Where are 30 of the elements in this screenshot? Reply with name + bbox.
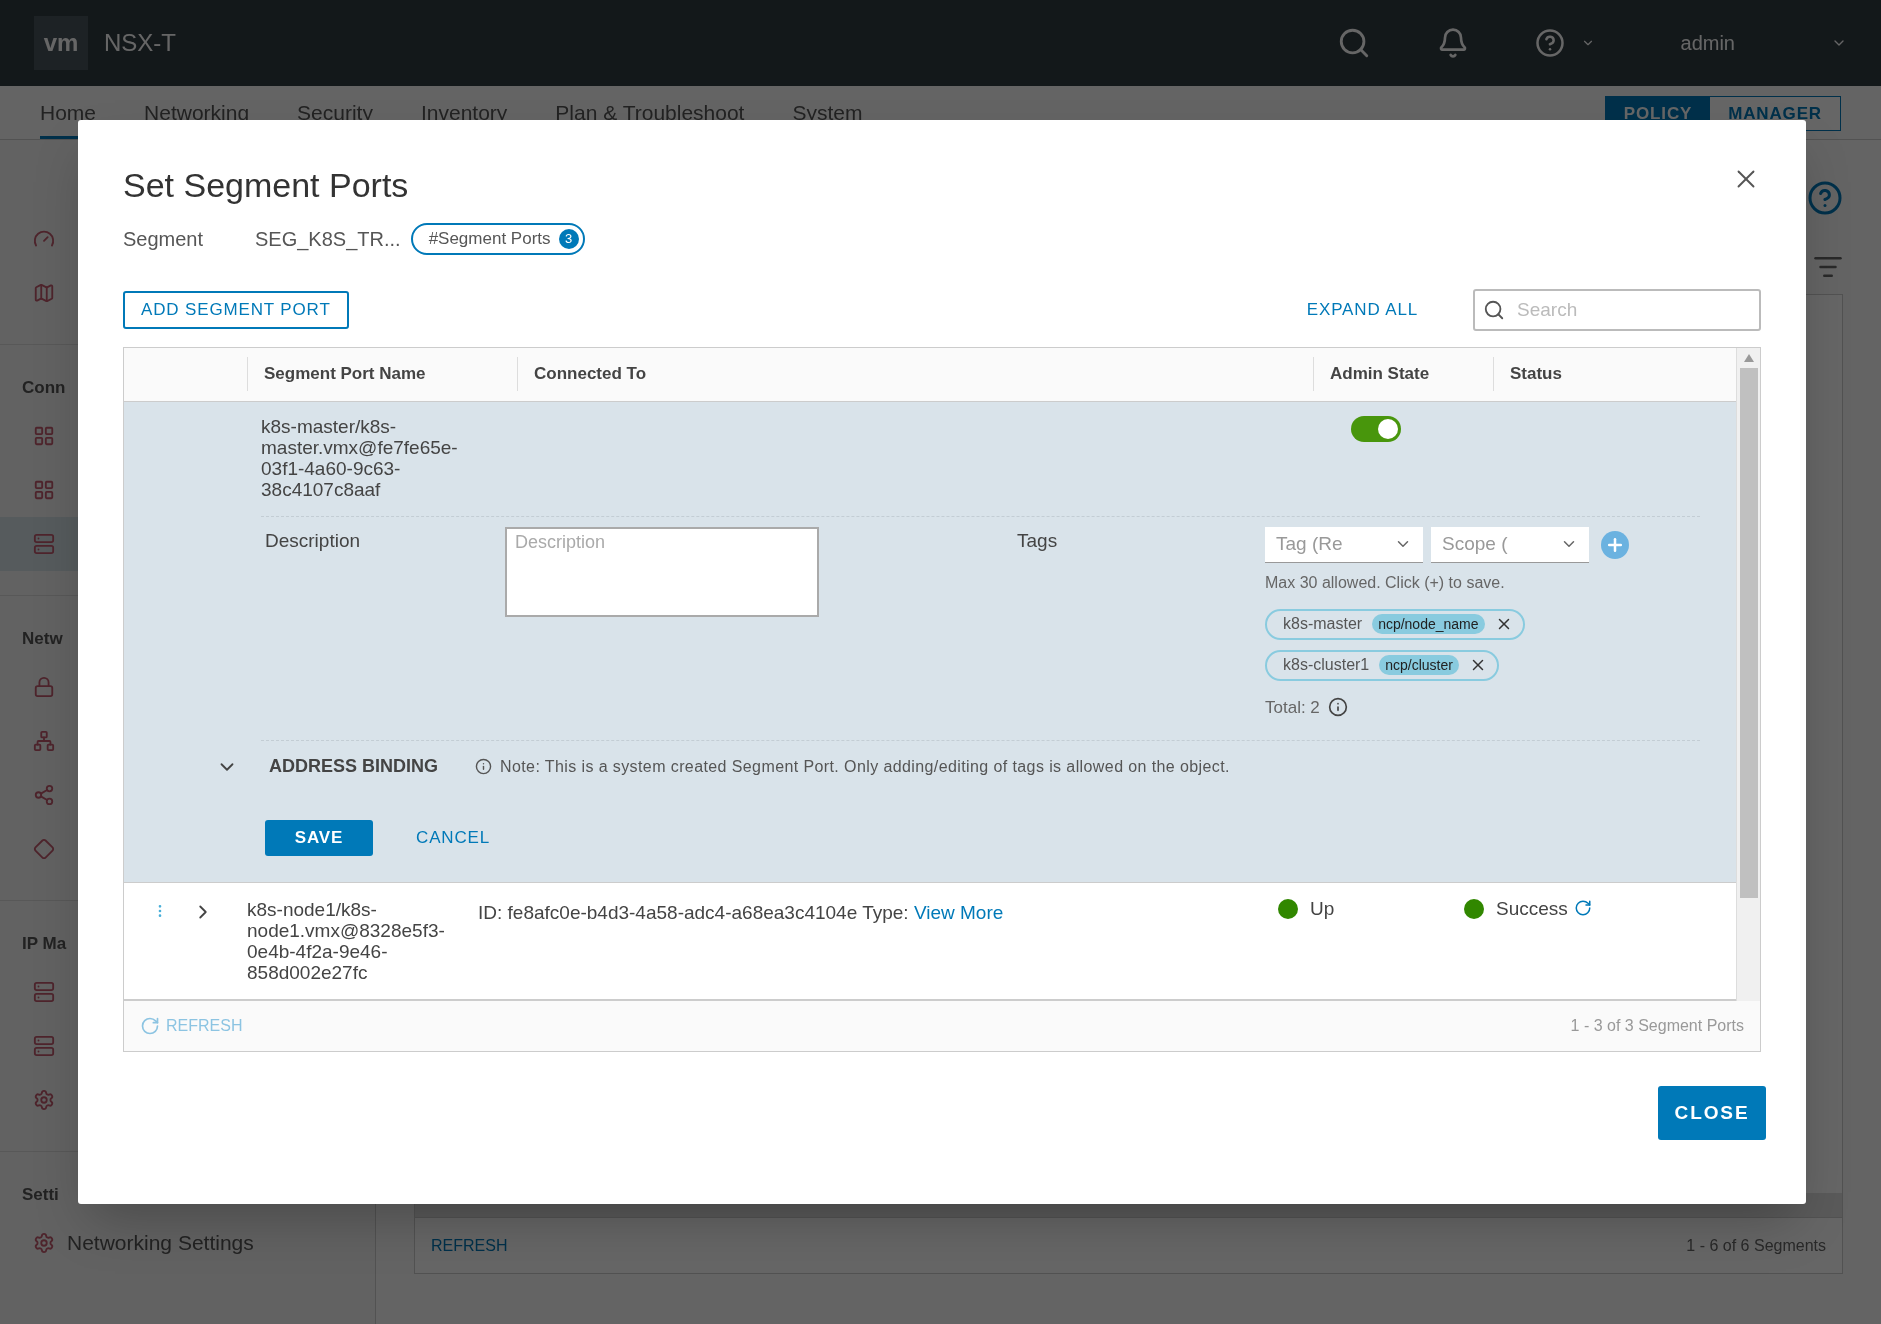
- note-text: Note: This is a system created Segment Port. Only adding/editing of tags is allowed on the object.: [500, 756, 1230, 777]
- port-name: k8s-node1/k8s-node1.vmx@8328e5f3-0e4b-4f2a-9e46-858d002e27fc: [247, 899, 446, 983]
- status-label: Success: [1496, 899, 1568, 919]
- field-label: Description: [264, 528, 362, 553]
- sidebar-heading: IP Ma: [22, 933, 67, 955]
- scope-label: ncp/node_name: [1372, 614, 1485, 634]
- field-label: Tags: [1017, 528, 1059, 553]
- column-header: Admin State: [1313, 357, 1493, 391]
- sidebar-heading: Setti: [22, 1184, 59, 1206]
- segment-value: SEG_K8S_TR...: [255, 226, 401, 253]
- sidebar-heading: Conn: [22, 377, 66, 399]
- sidebar-heading: Netw: [22, 628, 63, 650]
- tag-total: Total: 2: [1265, 696, 1320, 719]
- section-title: ADDRESS BINDING: [268, 755, 439, 778]
- row-count: 1 - 6 of 6 Segments: [1686, 1235, 1826, 1256]
- segment-label: Segment: [123, 226, 205, 252]
- count-badge: 3: [558, 228, 579, 249]
- app-name: NSX-T: [104, 28, 176, 58]
- tag-chip: k8s-master ncp/node_name: [1265, 608, 1525, 640]
- vm-logo: vm: [34, 16, 88, 70]
- dialog-title: Set Segment Ports: [123, 165, 409, 206]
- scope-label: ncp/cluster: [1379, 655, 1459, 675]
- row-count: 1 - 3 of 3 Segment Ports: [1570, 1016, 1744, 1036]
- connected-to: ID: fe8afc0e-b4d3-4a58-adc4-a68ea3c4104e Type:: [478, 902, 910, 923]
- column-header: Segment Port Name: [247, 357, 517, 391]
- tag-hint: Max 30 allowed. Click (+) to save.: [1265, 572, 1506, 593]
- column-header: Connected To: [517, 357, 1313, 391]
- port-name: k8s-master/k8s-master.vmx@fe7fe65e-03f1-4a60-9c63-38c4107c8aaf: [261, 415, 459, 500]
- admin-state: Up: [1310, 899, 1335, 919]
- tag-chip: k8s-cluster1 ncp/cluster: [1265, 649, 1499, 681]
